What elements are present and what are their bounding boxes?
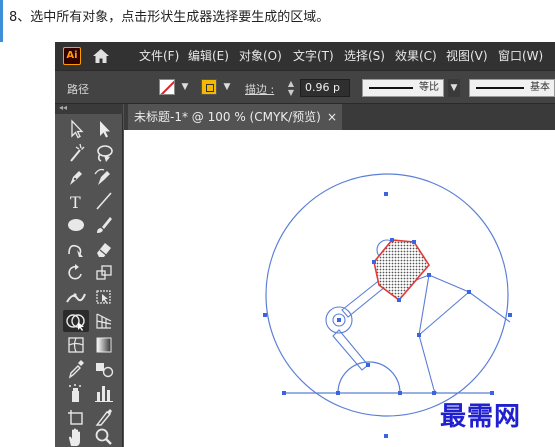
slice-tool-icon[interactable]: [91, 406, 117, 428]
selected-region[interactable]: [373, 239, 430, 302]
blend-tool-icon[interactable]: [91, 358, 117, 380]
profile-line-preview: [369, 87, 413, 89]
brush-definition-select[interactable]: 基本: [469, 79, 555, 97]
eraser-tool-icon[interactable]: [91, 238, 117, 260]
illustrator-logo: Ai: [63, 47, 81, 65]
eyedropper-tool-icon[interactable]: [63, 358, 89, 380]
rotate-tool-icon[interactable]: [63, 262, 89, 284]
svg-text:T: T: [70, 193, 81, 212]
variable-width-profile-select[interactable]: 等比: [362, 79, 444, 97]
home-icon[interactable]: [92, 48, 110, 64]
menu-bar: Ai 文件(F) 编辑(E) 对象(O) 文字(T) 选择(S) 效果(C) 视…: [55, 42, 555, 70]
stroke-dropdown-chevron-icon[interactable]: ▼: [221, 81, 233, 93]
document-tab-title: 未标题-1* @ 100 % (CMYK/预览): [134, 110, 321, 124]
menu-type[interactable]: 文字(T): [293, 48, 334, 64]
selection-type-label: 路径: [67, 83, 89, 96]
scale-tool-icon[interactable]: [91, 262, 117, 284]
menu-edit[interactable]: 编辑(E): [188, 48, 229, 64]
line-segment-tool-icon[interactable]: [91, 190, 117, 212]
control-bar: 路径 ▼ ▼ 描边 : ▲ ▼ 0.96 p 等比 ▼ 基本: [55, 70, 555, 104]
magic-wand-tool-icon[interactable]: [63, 142, 89, 164]
outer-circle[interactable]: [265, 173, 509, 417]
stroke-weight-stepper[interactable]: ▲ ▼: [286, 79, 296, 97]
fill-color-swatch[interactable]: [159, 79, 175, 95]
menu-effect[interactable]: 效果(C): [395, 48, 437, 64]
width-tool-icon[interactable]: [63, 286, 89, 308]
menu-select[interactable]: 选择(S): [344, 48, 385, 64]
free-transform-tool-icon[interactable]: [91, 286, 117, 308]
caption: 8、选中所有对象，点击形状生成器选择要生成的区域。: [0, 0, 555, 42]
brush-label: 基本: [530, 82, 550, 93]
curvature-tool-icon[interactable]: [91, 166, 117, 188]
type-tool-icon[interactable]: T: [63, 190, 89, 212]
ellipse-tool-icon[interactable]: [63, 214, 89, 236]
stroke-weight-input[interactable]: 0.96 p: [300, 79, 350, 97]
profile-label: 等比: [419, 82, 439, 93]
tools-panel: T: [55, 114, 123, 447]
selection-tool-icon[interactable]: [63, 118, 89, 140]
zoom-tool-icon[interactable]: [91, 426, 117, 447]
gradient-tool-icon[interactable]: [91, 334, 117, 356]
pen-tool-icon[interactable]: [63, 166, 89, 188]
stroke-color-swatch[interactable]: [201, 79, 217, 95]
close-tab-icon[interactable]: ×: [327, 104, 337, 130]
menu-window[interactable]: 窗口(W): [498, 48, 543, 64]
collapse-icon[interactable]: ◂◂: [59, 103, 67, 112]
hand-tool-icon[interactable]: [63, 426, 89, 447]
column-graph-tool-icon[interactable]: [91, 382, 117, 404]
lamp-arm-lower[interactable]: [332, 329, 369, 371]
caption-accent-bar: [0, 0, 3, 42]
symbol-sprayer-tool-icon[interactable]: [63, 382, 89, 404]
lasso-tool-icon[interactable]: [91, 142, 117, 164]
caption-text: 8、选中所有对象，点击形状生成器选择要生成的区域。: [9, 10, 330, 25]
lamp-head-frame[interactable]: [395, 274, 511, 394]
profile-dropdown-chevron-icon[interactable]: ▼: [448, 79, 460, 97]
illustrator-window: Ai 文件(F) 编辑(E) 对象(O) 文字(T) 选择(S) 效果(C) 视…: [55, 42, 555, 447]
shaper-tool-icon[interactable]: [63, 238, 89, 260]
mesh-tool-icon[interactable]: [63, 334, 89, 356]
menu-view[interactable]: 视图(V): [446, 48, 488, 64]
document-tab[interactable]: 未标题-1* @ 100 % (CMYK/预览) ×: [128, 104, 342, 130]
menu-object[interactable]: 对象(O): [239, 48, 282, 64]
stroke-weight-label[interactable]: 描边 :: [245, 81, 274, 97]
brush-line-preview: [476, 87, 524, 89]
artboard-tool-icon[interactable]: [63, 406, 89, 428]
toolbar-header[interactable]: ◂◂: [55, 103, 123, 114]
menu-file[interactable]: 文件(F): [139, 48, 179, 64]
perspective-grid-tool-icon[interactable]: [91, 310, 117, 332]
paintbrush-tool-icon[interactable]: [91, 214, 117, 236]
watermark-text: 最需网: [440, 402, 522, 432]
direct-selection-tool-icon[interactable]: [91, 118, 117, 140]
fill-dropdown-chevron-icon[interactable]: ▼: [179, 81, 191, 93]
shape-builder-tool-icon[interactable]: [63, 310, 89, 332]
